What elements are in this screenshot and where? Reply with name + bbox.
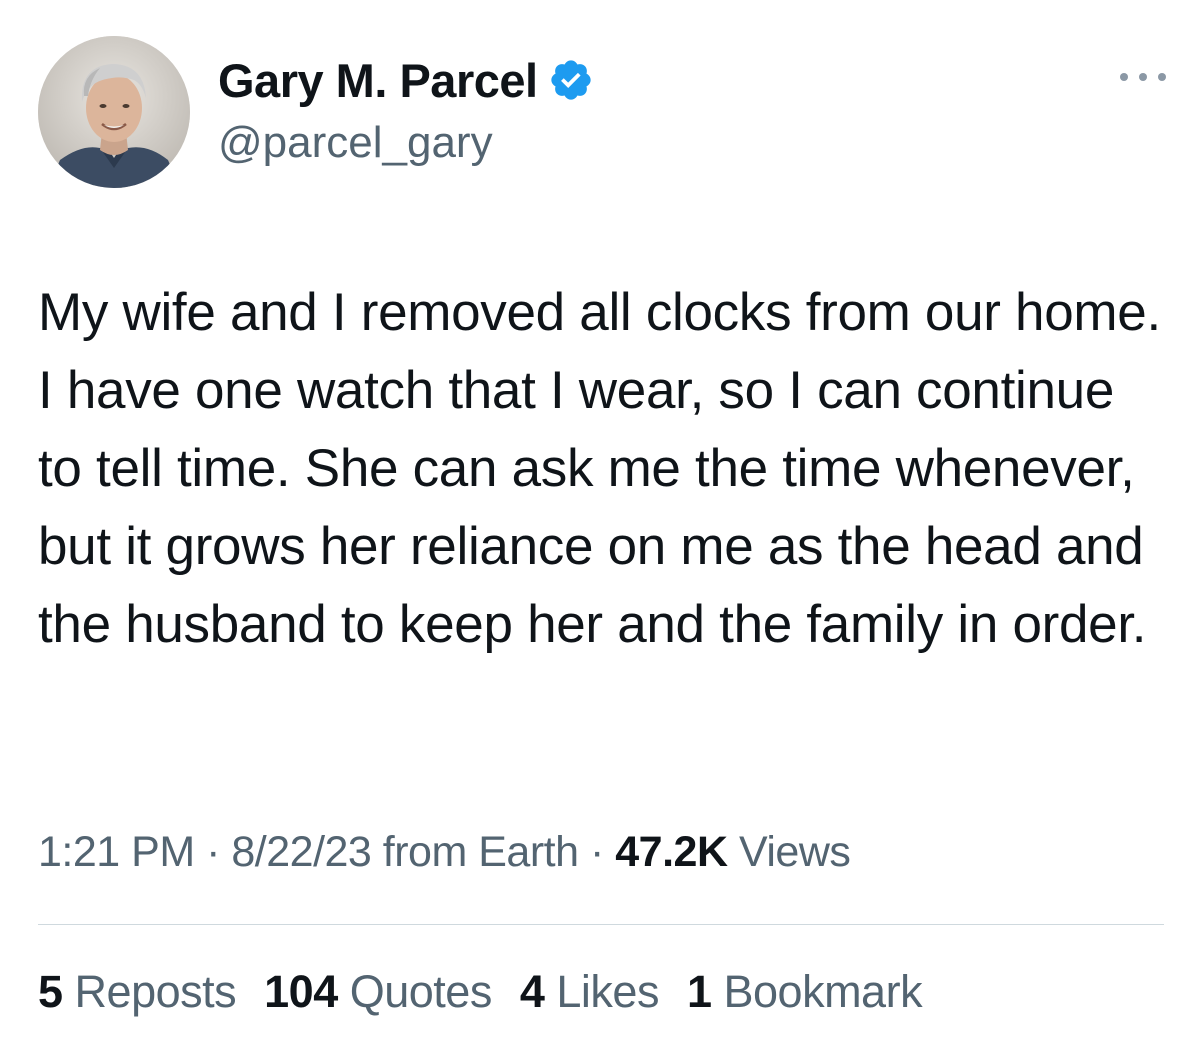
quotes-count: 104 xyxy=(264,966,338,1017)
likes-label: Likes xyxy=(556,966,659,1017)
reposts-count: 5 xyxy=(38,966,63,1017)
more-dot xyxy=(1139,73,1147,81)
more-options-icon[interactable] xyxy=(1120,62,1166,92)
bookmarks-label: Bookmark xyxy=(723,966,923,1017)
tweet-meta: 1:21 PM · 8/22/23 from Earth · 47.2K Vie… xyxy=(38,828,851,877)
author-handle[interactable]: @parcel_gary xyxy=(218,118,594,168)
tweet-time[interactable]: 1:21 PM xyxy=(38,828,195,876)
more-dot xyxy=(1158,73,1166,81)
likes-stat[interactable]: 4 Likes xyxy=(519,966,660,1018)
engagement-stats: 5 Reposts 104 Quotes 4 Likes 1 Bookmark xyxy=(38,966,950,1018)
divider xyxy=(38,924,1164,925)
quotes-label: Quotes xyxy=(349,966,493,1017)
likes-count: 4 xyxy=(519,966,545,1017)
quotes-stat[interactable]: 104 Quotes xyxy=(264,966,492,1018)
tweet-header: Gary M. Parcel @parcel_gary xyxy=(38,36,1168,192)
verified-badge-icon[interactable] xyxy=(548,57,594,103)
meta-separator: · xyxy=(206,828,220,876)
views-count: 47.2K xyxy=(615,828,728,876)
more-dot xyxy=(1120,73,1128,81)
views-label: Views xyxy=(738,828,851,876)
meta-separator: · xyxy=(589,828,604,876)
author-names: Gary M. Parcel @parcel_gary xyxy=(218,52,594,168)
bookmarks-count: 1 xyxy=(686,966,712,1017)
reposts-label: Reposts xyxy=(74,966,237,1017)
avatar[interactable] xyxy=(38,36,190,188)
bookmarks-stat[interactable]: 1 Bookmark xyxy=(686,966,923,1018)
tweet-card: Gary M. Parcel @parcel_gary My wife and … xyxy=(0,0,1200,1044)
display-name[interactable]: Gary M. Parcel xyxy=(218,53,538,108)
display-name-row: Gary M. Parcel xyxy=(218,52,594,108)
reposts-stat[interactable]: 5 Reposts xyxy=(38,966,237,1018)
tweet-text: My wife and I removed all clocks from ou… xyxy=(38,283,1161,654)
avatar-photo xyxy=(38,36,190,188)
tweet-date-source[interactable]: 8/22/23 from Earth xyxy=(231,828,579,876)
